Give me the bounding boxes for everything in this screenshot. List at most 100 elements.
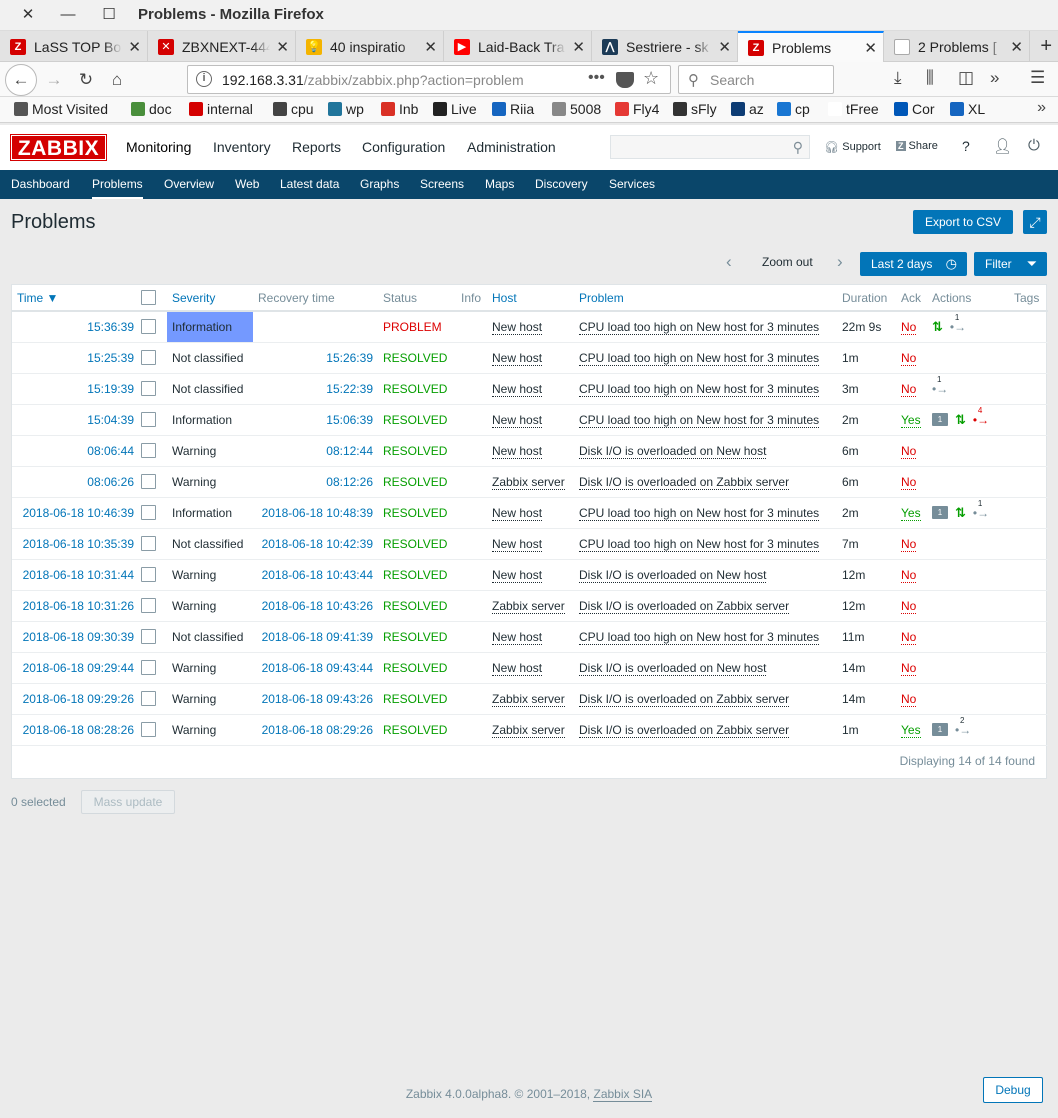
recovery-time-link[interactable]: 2018-06-18 10:43:44 [253, 559, 378, 591]
overflow-icon[interactable]: » [990, 68, 999, 88]
submenu-latest-data[interactable]: Latest data [280, 177, 339, 191]
bookmarks-overflow-icon[interactable]: » [1037, 99, 1046, 117]
problem-time-link[interactable]: 2018-06-18 09:30:39 [12, 621, 139, 653]
submenu-services[interactable]: Services [609, 177, 655, 191]
new-tab-icon[interactable]: + [1040, 35, 1052, 58]
problem-time-link[interactable]: 2018-06-18 10:46:39 [12, 497, 139, 529]
host-link[interactable]: New host [492, 381, 543, 397]
bookmark-item[interactable]: XL [950, 101, 985, 117]
ack-link[interactable]: No [901, 567, 917, 583]
bookmark-item[interactable]: Fly4 [615, 101, 659, 117]
select-all-checkbox[interactable] [141, 290, 156, 306]
problem-time-link[interactable]: 15:04:39 [12, 404, 139, 436]
ack-link[interactable]: No [901, 474, 917, 490]
row-checkbox[interactable] [141, 319, 156, 335]
problem-link[interactable]: CPU load too high on New host for 3 minu… [579, 319, 820, 335]
url-bar[interactable]: i 192.168.3.31/zabbix/zabbix.php?action=… [187, 65, 671, 94]
recovery-time-link[interactable]: 2018-06-18 09:43:26 [253, 683, 378, 715]
ack-link[interactable]: No [901, 598, 917, 614]
browser-tab[interactable]: ✕ ZBXNEXT-444 ✕ [148, 31, 296, 62]
problem-link[interactable]: CPU load too high on New host for 3 minu… [579, 536, 820, 552]
recovery-time-link[interactable]: 15:22:39 [253, 373, 378, 405]
problem-time-link[interactable]: 2018-06-18 09:29:44 [12, 652, 139, 684]
recovery-time-link[interactable]: 2018-06-18 09:41:39 [253, 621, 378, 653]
bookmark-item[interactable]: doc [131, 101, 172, 117]
severity-change-icon[interactable]: ⇅ [932, 319, 943, 335]
ack-link[interactable]: No [901, 319, 917, 335]
tab-close-icon[interactable]: ✕ [276, 38, 289, 56]
ack-link[interactable]: No [901, 629, 917, 645]
col-time[interactable]: Time ▼ [12, 285, 139, 312]
zoom-out-button[interactable]: Zoom out [762, 255, 813, 269]
recovery-time-link[interactable]: 2018-06-18 10:42:39 [253, 528, 378, 560]
recovery-time-link[interactable]: 08:12:26 [253, 466, 378, 498]
bookmark-item[interactable]: tFree [828, 101, 879, 117]
row-checkbox[interactable] [141, 350, 156, 366]
search-icon[interactable]: ⚲ [793, 139, 803, 156]
bookmark-star-icon[interactable]: ☆ [643, 68, 659, 89]
ack-link[interactable]: No [901, 381, 917, 397]
browser-tab[interactable]: ⋀ Sestriere - sk ✕ [592, 31, 738, 62]
ack-link[interactable]: No [901, 443, 917, 459]
ack-link[interactable]: No [901, 350, 917, 366]
host-link[interactable]: New host [492, 660, 543, 676]
menu-configuration[interactable]: Configuration [362, 139, 445, 155]
library-icon[interactable]: ⫼ [926, 68, 934, 88]
user-profile-icon[interactable]: 👤︎ [993, 137, 1012, 155]
host-link[interactable]: Zabbix server [492, 722, 565, 738]
problem-time-link[interactable]: 2018-06-18 09:29:26 [12, 683, 139, 715]
submenu-dashboard[interactable]: Dashboard [11, 177, 70, 191]
problem-time-link[interactable]: 15:25:39 [12, 342, 139, 374]
sidebar-icon[interactable]: ◫ [958, 68, 974, 88]
row-checkbox[interactable] [141, 598, 156, 614]
col-severity[interactable]: Severity [167, 285, 253, 312]
recovery-time-link[interactable]: 2018-06-18 10:43:26 [253, 590, 378, 622]
mass-update-button[interactable]: Mass update [81, 790, 175, 814]
problem-link[interactable]: Disk I/O is overloaded on Zabbix server [579, 474, 790, 490]
back-button[interactable]: ← [5, 64, 37, 96]
recovery-time-link[interactable] [253, 311, 378, 343]
downloads-icon[interactable]: ⤓ [894, 68, 902, 88]
bookmark-item[interactable]: internal [189, 101, 253, 117]
ack-link[interactable]: Yes [901, 412, 921, 428]
site-info-icon[interactable]: i [196, 71, 212, 87]
menu-icon[interactable]: ☰ [1030, 68, 1045, 88]
filter-button[interactable]: Filter ⏷ [974, 252, 1047, 276]
problem-time-link[interactable]: 08:06:44 [12, 435, 139, 467]
bookmark-item[interactable]: wp [328, 101, 364, 117]
host-link[interactable]: Zabbix server [492, 474, 565, 490]
tab-close-icon[interactable]: ✕ [128, 38, 141, 56]
problem-link[interactable]: Disk I/O is overloaded on New host [579, 660, 767, 676]
severity-change-icon[interactable]: ⇅ [955, 505, 966, 521]
browser-tab[interactable]: Z LaSS TOP Bo ✕ [0, 31, 148, 62]
bookmark-item[interactable]: az [731, 101, 764, 117]
problem-time-link[interactable]: 15:19:39 [12, 373, 139, 405]
host-link[interactable]: New host [492, 350, 543, 366]
problem-time-link[interactable]: 2018-06-18 08:28:26 [12, 714, 139, 746]
ack-link[interactable]: No [901, 660, 917, 676]
tab-close-icon[interactable]: ✕ [424, 38, 437, 56]
page-actions-icon[interactable]: ••• [588, 69, 605, 87]
time-period-button[interactable]: Last 2 days ◷ [860, 252, 967, 276]
escalation-icon[interactable]: •→ 1 [932, 375, 948, 396]
problem-link[interactable]: CPU load too high on New host for 3 minu… [579, 350, 820, 366]
time-forward-icon[interactable]: › [837, 252, 843, 272]
tab-close-icon[interactable]: ✕ [572, 38, 585, 56]
problem-link[interactable]: CPU load too high on New host for 3 minu… [579, 505, 820, 521]
recovery-time-link[interactable]: 15:26:39 [253, 342, 378, 374]
problem-time-link[interactable]: 15:36:39 [12, 311, 139, 343]
tab-close-icon[interactable]: ✕ [864, 39, 877, 57]
recovery-time-link[interactable]: 08:12:44 [253, 435, 378, 467]
browser-tab[interactable]: 2 Problems [✕ [884, 31, 1030, 62]
message-icon[interactable]: 1 [932, 723, 948, 737]
reload-button[interactable]: ↻ [73, 67, 99, 93]
problem-time-link[interactable]: 2018-06-18 10:31:26 [12, 590, 139, 622]
menu-administration[interactable]: Administration [467, 139, 556, 155]
row-checkbox[interactable] [141, 412, 156, 428]
problem-link[interactable]: Disk I/O is overloaded on Zabbix server [579, 691, 790, 707]
row-checkbox[interactable] [141, 660, 156, 676]
problem-time-link[interactable]: 2018-06-18 10:31:44 [12, 559, 139, 591]
escalation-icon[interactable]: •→ 1 [950, 313, 966, 334]
tab-close-icon[interactable]: ✕ [718, 38, 731, 56]
fullscreen-icon[interactable]: ⤢ [1023, 210, 1047, 234]
